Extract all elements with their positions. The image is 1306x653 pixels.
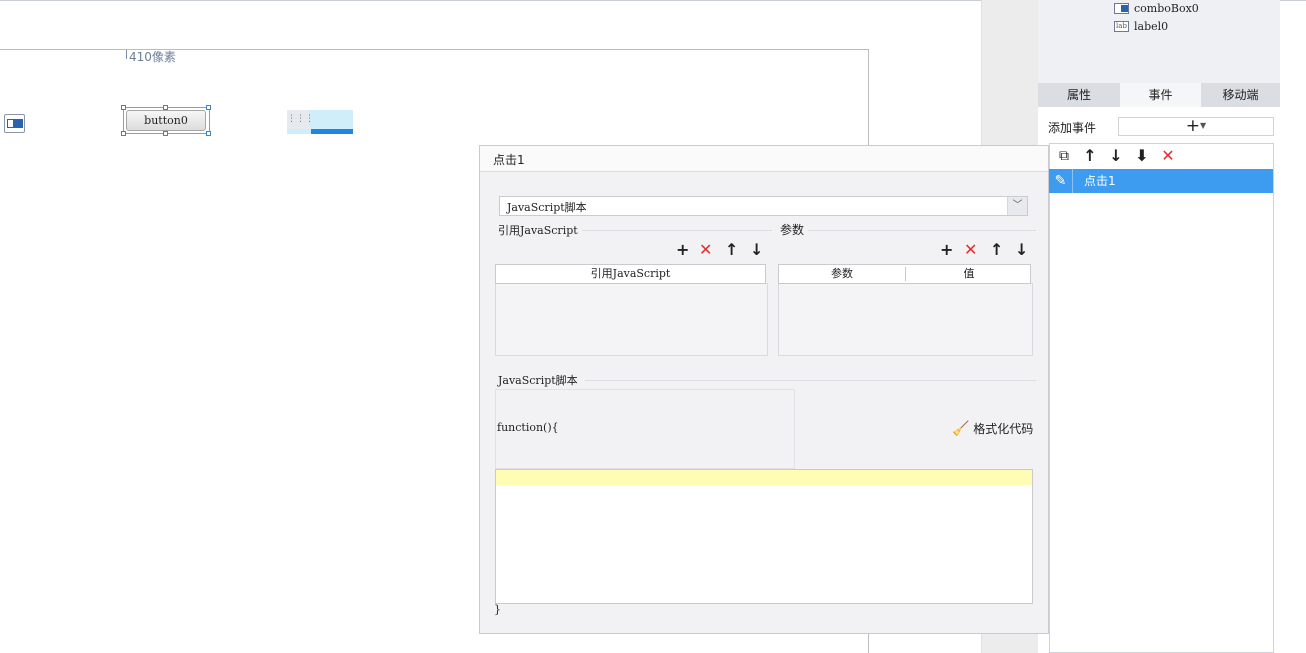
params-section-label: 参数 — [780, 221, 809, 238]
event-list — [1049, 143, 1274, 653]
brush-icon: 🧹 — [952, 421, 970, 437]
param-column-header: 参数 — [831, 267, 853, 280]
chevron-down-icon[interactable]: ﹀ — [1007, 197, 1027, 215]
copy-icon[interactable]: ⧉ — [1054, 144, 1074, 168]
section-divider — [808, 230, 1036, 231]
tree-item-label: label0 — [1134, 20, 1169, 33]
section-divider — [580, 230, 772, 231]
section-divider — [585, 380, 1036, 381]
delete-icon[interactable]: ✕ — [699, 242, 712, 258]
ref-js-column-header: 引用JavaScript — [495, 264, 766, 284]
tree-item-label: comboBox0 — [1134, 2, 1199, 15]
function-header: function(){ — [497, 421, 559, 434]
move-to-bottom-icon[interactable]: ⬇ — [1132, 144, 1152, 168]
combobox-widget[interactable] — [4, 114, 25, 133]
move-up-icon[interactable]: ↑ — [725, 242, 738, 258]
value-column-header: 值 — [963, 267, 975, 280]
delete-icon[interactable]: ✕ — [964, 242, 977, 258]
script-editor[interactable] — [495, 469, 1033, 604]
progress-bar-fill — [311, 129, 353, 134]
resize-handle[interactable] — [206, 105, 211, 110]
script-section-label: JavaScript脚本 — [498, 372, 582, 388]
editor-active-line — [496, 470, 1032, 485]
resize-handle[interactable] — [163, 131, 168, 136]
resize-handle[interactable] — [163, 105, 168, 110]
move-down-icon[interactable]: ↓ — [750, 242, 763, 258]
button0-widget[interactable]: button0 — [126, 110, 206, 131]
move-up-icon[interactable]: ↑ — [990, 242, 1003, 258]
dialog-title-bar: 点击1 — [480, 146, 1048, 172]
event-item-label: 点击1 — [1084, 174, 1116, 188]
resize-handle[interactable] — [121, 131, 126, 136]
progress-widget[interactable]: ⋮⋮⋮ — [287, 110, 353, 134]
resize-handle[interactable] — [121, 105, 126, 110]
label-icon: lab — [1114, 20, 1129, 32]
grip-icon[interactable]: ⋮⋮⋮ — [287, 110, 314, 129]
action-type-value: JavaScript脚本 — [507, 201, 587, 214]
tree-item-label0[interactable]: lab label0 — [1114, 20, 1168, 33]
caret-down-icon: ▼ — [1200, 121, 1207, 130]
move-up-icon[interactable]: ↑ — [1080, 144, 1100, 168]
combobox-icon — [1114, 2, 1129, 14]
ref-js-section-label: 引用JavaScript — [498, 222, 582, 238]
params-table-header: 参数 值 — [778, 264, 1031, 284]
tree-item-combobox[interactable]: comboBox0 — [1114, 2, 1199, 15]
function-footer: } — [494, 603, 501, 616]
format-code-button[interactable]: 🧹 格式化代码 — [952, 420, 1033, 437]
pencil-icon[interactable]: ✎ — [1049, 169, 1073, 193]
combobox-box-icon — [7, 119, 14, 128]
add-icon[interactable]: + — [676, 242, 689, 258]
ruler-marker — [126, 50, 127, 59]
dropdown-arrow-icon — [14, 119, 23, 128]
params-table[interactable] — [778, 283, 1033, 356]
move-down-icon[interactable]: ↓ — [1106, 144, 1126, 168]
format-code-label: 格式化代码 — [973, 422, 1034, 436]
event-toolbar: ⧉ ↑ ↓ ⬇ ✕ — [1050, 144, 1273, 168]
add-icon[interactable]: + — [940, 242, 953, 258]
add-event-label: 添加事件 — [1048, 121, 1097, 135]
delete-icon[interactable]: ✕ — [1158, 144, 1178, 168]
tab-events[interactable]: 事件 — [1120, 83, 1201, 107]
move-down-icon[interactable]: ↓ — [1015, 242, 1028, 258]
ref-js-table[interactable] — [495, 283, 768, 356]
add-event-button[interactable]: +▼ — [1118, 117, 1274, 136]
tab-properties[interactable]: 属性 — [1038, 83, 1120, 107]
event-list-item[interactable]: ✎ 点击1 — [1049, 169, 1273, 193]
ruler-label: 410像素 — [129, 50, 176, 64]
action-type-select[interactable]: JavaScript脚本 ﹀ — [499, 196, 1028, 216]
tab-mobile[interactable]: 移动端 — [1201, 83, 1280, 107]
plus-icon: + — [1185, 116, 1201, 136]
resize-handle[interactable] — [206, 131, 211, 136]
dialog-title: 点击1 — [493, 153, 525, 167]
